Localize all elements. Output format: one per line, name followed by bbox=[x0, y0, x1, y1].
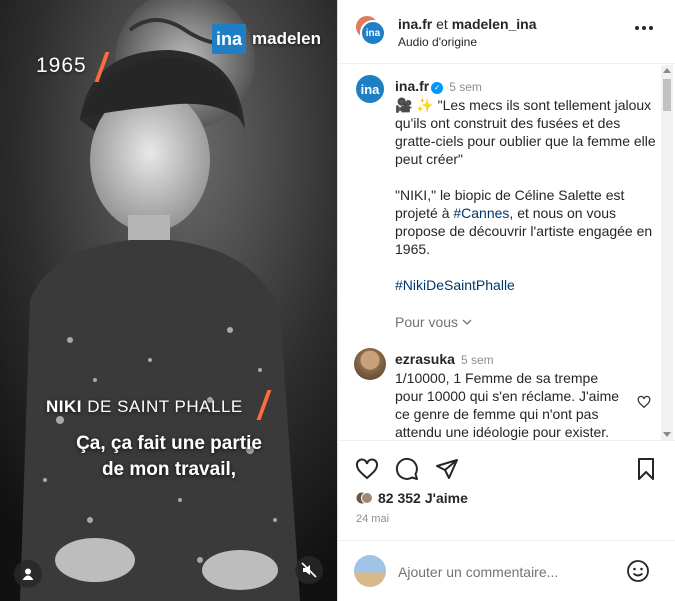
subtitle-line-1: Ça, ça fait une partie bbox=[76, 433, 262, 454]
hashtag-cannes[interactable]: #Cannes bbox=[453, 205, 509, 221]
dot-icon bbox=[649, 26, 653, 30]
madelen-logo: madelen bbox=[252, 29, 321, 48]
post-header: ina ina.fr et madelen_ina Audio d'origin… bbox=[338, 0, 675, 64]
avatar-ina[interactable]: ina bbox=[360, 20, 386, 46]
likes-label: J'aime bbox=[424, 490, 468, 506]
caption-avatar[interactable]: ina bbox=[354, 73, 386, 105]
current-user-avatar[interactable] bbox=[354, 555, 386, 587]
reel-video[interactable]: 1965 ina madelen NIKI DE SAINT PHALLE Ça… bbox=[0, 0, 338, 601]
scrollbar-thumb[interactable] bbox=[663, 79, 671, 111]
comment-bubble-icon[interactable] bbox=[395, 457, 419, 481]
caption-username[interactable]: ina.fr bbox=[395, 78, 429, 94]
caption-paragraph: "NIKI," le biopic de Céline Salette est … bbox=[395, 186, 657, 258]
video-subtitle: Ça, ça fait une partie de mon travail, bbox=[0, 431, 337, 483]
video-frame-image bbox=[0, 0, 337, 601]
audio-link[interactable]: Audio d'origine bbox=[398, 35, 477, 49]
post-date[interactable]: 24 mai bbox=[356, 513, 389, 525]
name-first: NIKI bbox=[46, 397, 82, 416]
emoji-icon[interactable] bbox=[626, 559, 650, 583]
save-bookmark-icon[interactable] bbox=[634, 457, 658, 481]
commenter-avatar[interactable] bbox=[354, 348, 386, 380]
likes-count[interactable]: 82 352 J'aime bbox=[356, 490, 468, 506]
likes-number: 82 352 bbox=[378, 490, 421, 506]
comment-like-heart-icon[interactable] bbox=[637, 395, 651, 409]
subtitle-line-2: de mon travail, bbox=[101, 459, 237, 480]
more-options-button[interactable] bbox=[635, 26, 653, 30]
comment: ezrasuka 5 sem 1/10000, 1 Femme de sa tre… bbox=[395, 350, 621, 440]
user-icon bbox=[22, 568, 34, 580]
muted-speaker-icon bbox=[301, 562, 317, 578]
year-label: 1965 bbox=[36, 54, 87, 77]
for-you-link[interactable]: Pour vous bbox=[395, 314, 472, 330]
comment-time[interactable]: 5 sem bbox=[461, 353, 494, 367]
add-comment-input[interactable] bbox=[398, 562, 628, 582]
mute-button[interactable] bbox=[295, 556, 323, 584]
tagged-users-button[interactable] bbox=[14, 560, 42, 588]
comment-username[interactable]: ezrasuka bbox=[395, 351, 455, 367]
add-comment-bar bbox=[338, 540, 675, 601]
chevron-down-icon bbox=[462, 319, 472, 325]
account-link-ina[interactable]: ina.fr bbox=[398, 16, 432, 32]
comments-scroll-area[interactable]: ina ina.fr ✓ 5 sem 🎥 ✨ "Les mecs ils sont … bbox=[338, 65, 675, 440]
caption: ina.fr ✓ 5 sem 🎥 ✨ "Les mecs ils sont tell… bbox=[395, 77, 657, 294]
scrollbar[interactable] bbox=[661, 65, 673, 440]
header-accounts: ina.fr et madelen_ina bbox=[398, 16, 537, 32]
brand-watermark: ina madelen bbox=[212, 24, 321, 54]
hashtag-niki[interactable]: #NikiDeSaintPhalle bbox=[395, 276, 657, 294]
post-panel: ina ina.fr et madelen_ina Audio d'origin… bbox=[338, 0, 675, 601]
name-caption: NIKI DE SAINT PHALLE bbox=[46, 397, 243, 417]
caption-time[interactable]: 5 sem bbox=[449, 80, 482, 94]
scroll-down-arrow-icon[interactable] bbox=[663, 432, 671, 437]
liked-by-avatars-icon bbox=[356, 492, 372, 504]
account-link-madelen[interactable]: madelen_ina bbox=[452, 16, 537, 32]
scroll-up-arrow-icon[interactable] bbox=[663, 68, 671, 73]
ina-logo: ina bbox=[212, 24, 246, 54]
account-joiner: et bbox=[436, 16, 448, 32]
comment-body: 1/10000, 1 Femme de sa trempe pour 10000… bbox=[395, 370, 620, 440]
for-you-label: Pour vous bbox=[395, 314, 459, 330]
verified-badge-icon: ✓ bbox=[431, 82, 444, 94]
post-actions: 82 352 J'aime 24 mai bbox=[338, 440, 675, 525]
like-heart-icon[interactable] bbox=[355, 457, 379, 481]
share-paper-plane-icon[interactable] bbox=[435, 457, 459, 481]
caption-emojis: 🎥 ✨ bbox=[395, 97, 434, 113]
name-last: DE SAINT PHALLE bbox=[87, 397, 243, 416]
caption-quote: "Les mecs ils sont tellement jaloux qu'i… bbox=[395, 97, 656, 167]
dot-icon bbox=[642, 26, 646, 30]
dot-icon bbox=[635, 26, 639, 30]
